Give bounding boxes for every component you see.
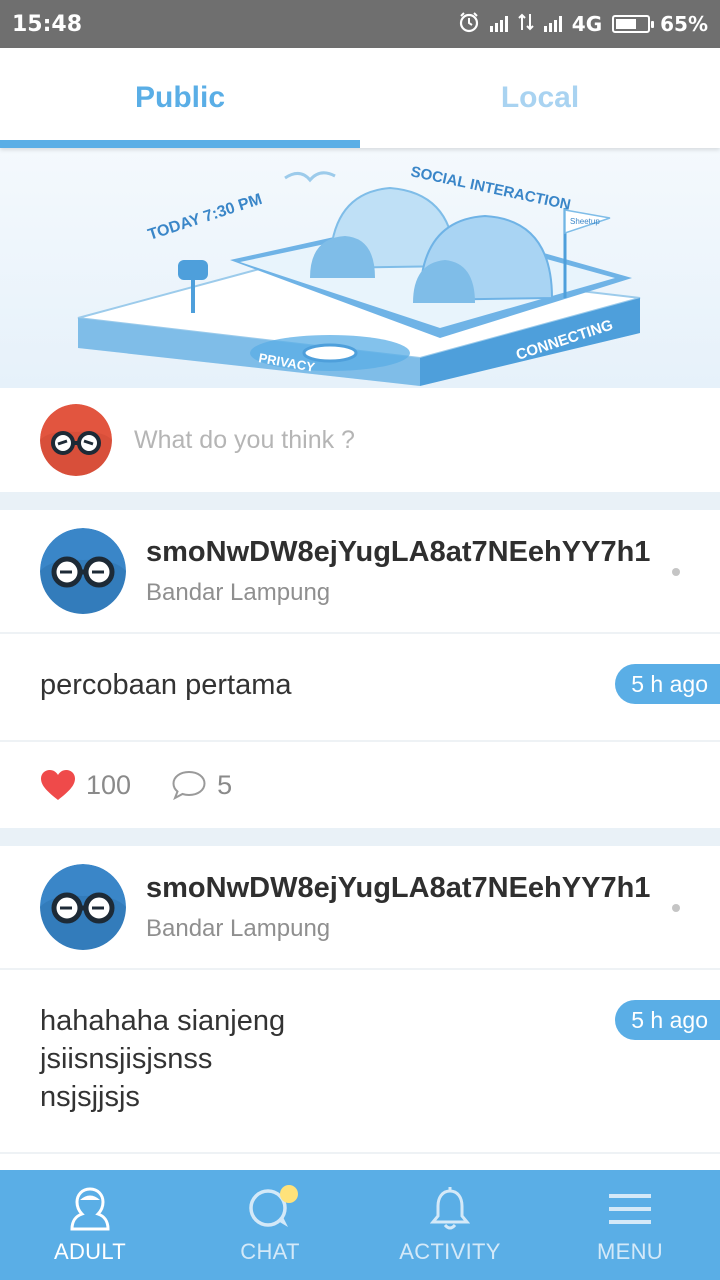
hamburger-menu-icon [609, 1194, 651, 1224]
post-content[interactable]: percobaan pertama 5 h ago [0, 634, 720, 742]
banner-text-sheetup: Sheetup [570, 217, 600, 226]
bottom-navigation: ADULT CHAT ACTIVITY MENU [0, 1170, 720, 1280]
battery-icon [612, 15, 655, 33]
nav-menu[interactable]: MENU [540, 1170, 720, 1280]
heart-icon [41, 770, 75, 800]
network-type: 4G [571, 12, 603, 36]
user-silhouette-icon [70, 1187, 110, 1231]
nav-label: CHAT [240, 1239, 300, 1264]
like-count: 100 [86, 769, 132, 800]
post-card: smoNwDW8ejYugLA8at7NEehYY7h1 Bandar Lamp… [0, 846, 720, 1170]
post-location: Bandar Lampung [146, 914, 331, 942]
comment-bubble-icon [172, 770, 206, 800]
status-bar: 15:48 4G 65% [0, 0, 720, 48]
nav-activity[interactable]: ACTIVITY [360, 1170, 540, 1280]
composer-placeholder[interactable]: What do you think ? [134, 426, 355, 455]
battery-percent: 65% [660, 12, 708, 36]
more-options-icon[interactable] [672, 568, 680, 576]
post-meta: smoNwDW8ejYugLA8at7NEehYY7h1 Bandar Lamp… [146, 872, 650, 943]
post-header[interactable]: smoNwDW8ejYugLA8at7NEehYY7h1 Bandar Lamp… [0, 510, 720, 634]
like-button[interactable]: 100 [40, 769, 131, 801]
user-avatar[interactable] [40, 528, 126, 614]
comment-button[interactable]: 5 [171, 770, 232, 801]
signal-icon [543, 16, 562, 32]
chat-notification-dot [280, 1185, 298, 1203]
banner-text-today: TODAY 7:30 PM [146, 191, 264, 244]
post-actions: 100 5 [0, 742, 720, 828]
post-header[interactable]: smoNwDW8ejYugLA8at7NEehYY7h1 Bandar Lamp… [0, 846, 720, 970]
post-meta: smoNwDW8ejYugLA8at7NEehYY7h1 Bandar Lamp… [146, 536, 650, 607]
post-composer[interactable]: What do you think ? [0, 388, 720, 492]
tab-public[interactable]: Public [0, 48, 360, 148]
post-text: percobaan pertama [40, 669, 292, 701]
battery-level [616, 19, 636, 29]
nav-label: ADULT [54, 1239, 126, 1264]
post-content[interactable]: hahahaha sianjeng jsiisnsjisjsnss nsjsjj… [0, 970, 720, 1154]
post-username[interactable]: smoNwDW8ejYugLA8at7NEehYY7h1 [146, 872, 650, 905]
signal-icon [489, 16, 508, 32]
feed-tabs: Public Local [0, 48, 720, 148]
promo-banner: SOCIAL INTERACTION TODAY 7:30 PM CONNECT… [0, 148, 720, 388]
nav-label: ACTIVITY [399, 1239, 501, 1264]
nav-chat[interactable]: CHAT [180, 1170, 360, 1280]
nav-label: MENU [597, 1239, 663, 1264]
comment-count: 5 [217, 769, 233, 800]
user-avatar[interactable] [40, 864, 126, 950]
post-text: hahahaha sianjeng jsiisnsjisjsnss nsjsjj… [40, 1005, 286, 1113]
post-time-badge: 5 h ago [615, 1000, 720, 1040]
more-options-icon[interactable] [672, 904, 680, 912]
nav-adult[interactable]: ADULT [0, 1170, 180, 1280]
post-username[interactable]: smoNwDW8ejYugLA8at7NEehYY7h1 [146, 536, 650, 569]
my-avatar[interactable] [40, 404, 112, 476]
post-time-badge: 5 h ago [615, 664, 720, 704]
status-icons: 4G 65% [458, 11, 708, 38]
tab-local[interactable]: Local [360, 48, 720, 148]
post-card: smoNwDW8ejYugLA8at7NEehYY7h1 Bandar Lamp… [0, 510, 720, 828]
status-time: 15:48 [12, 11, 83, 37]
alarm-icon [458, 11, 480, 38]
app-screen: 15:48 4G 65% Public Local SOCIAL INTERAC… [0, 0, 720, 1280]
banner-illustration: SOCIAL INTERACTION TODAY 7:30 PM CONNECT… [77, 163, 641, 386]
bell-icon [430, 1187, 470, 1230]
data-transfer-icon [518, 12, 534, 37]
post-location: Bandar Lampung [146, 578, 331, 606]
